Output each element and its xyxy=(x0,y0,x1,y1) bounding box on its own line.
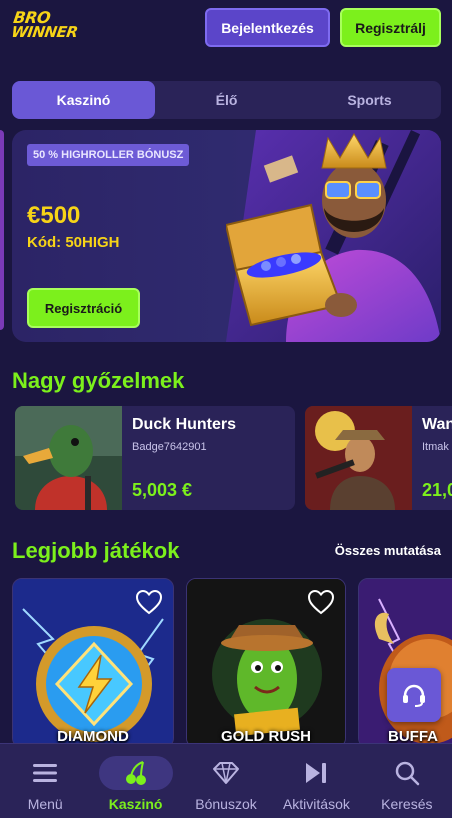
category-tabs: Kaszinó Élő Sports xyxy=(12,81,441,119)
header: BRO WINNER Bejelentkezés Regisztrálj xyxy=(0,0,452,62)
game-card[interactable]: BUFFA xyxy=(358,578,452,748)
nav-activities[interactable]: Aktivitások xyxy=(271,744,361,818)
promo-banner[interactable]: 50 % HIGHROLLER BÓNUSZ €500 Kód: 50HIGH … xyxy=(12,130,441,342)
search-icon xyxy=(395,761,420,786)
brand-logo[interactable]: BRO WINNER xyxy=(9,8,79,46)
nav-bonuses-label: Bónuszok xyxy=(195,796,257,812)
big-wins-title: Nagy győzelmek xyxy=(12,368,185,393)
register-button[interactable]: Regisztrálj xyxy=(340,8,441,47)
bonus-amount: €500 xyxy=(27,202,81,229)
banner-character-art xyxy=(226,130,441,342)
menu-icon xyxy=(33,764,58,782)
bottom-navigation: Menü Kaszinó Bónuszok Aktivitások Keresé… xyxy=(0,743,452,818)
nav-menu-label: Menü xyxy=(27,796,63,812)
win-amount: 5,003 € xyxy=(132,480,193,500)
favorite-heart-icon[interactable] xyxy=(135,589,163,615)
nav-menu[interactable]: Menü xyxy=(0,744,90,818)
support-chat-button[interactable] xyxy=(387,668,441,722)
nav-bonuses[interactable]: Bónuszok xyxy=(181,744,271,818)
see-all-link[interactable]: Összes mutatása xyxy=(335,543,441,558)
nav-activities-label: Aktivitások xyxy=(282,796,350,812)
big-win-card[interactable]: Wan Itmak 21,0 xyxy=(305,406,452,510)
nav-casino[interactable]: Kaszinó xyxy=(90,744,180,818)
tab-sports[interactable]: Sports xyxy=(298,81,441,119)
diamond-icon xyxy=(213,762,240,784)
favorite-heart-icon[interactable] xyxy=(307,589,335,615)
top-games-title: Legjobb játékok xyxy=(12,538,180,563)
bonus-badge: 50 % HIGHROLLER BÓNUSZ xyxy=(27,144,190,166)
nav-search[interactable]: Keresés xyxy=(362,744,452,818)
buffalo-game-art xyxy=(359,579,452,747)
nav-search-label: Keresés xyxy=(381,796,433,812)
win-username: Itmak xyxy=(422,441,449,453)
game-card[interactable]: DIAMOND xyxy=(12,578,174,748)
tab-casino[interactable]: Kaszinó xyxy=(12,81,155,119)
win-username: Badge7642901 xyxy=(132,441,207,453)
login-button[interactable]: Bejelentkezés xyxy=(205,8,330,47)
win-amount: 21,0 xyxy=(422,480,452,500)
play-next-icon xyxy=(306,763,327,783)
duck-hunters-thumbnail xyxy=(15,406,122,510)
nav-casino-label: Kaszinó xyxy=(108,796,163,812)
game-card[interactable]: GOLD RUSH xyxy=(186,578,346,748)
big-win-card[interactable]: Duck Hunters Badge7642901 5,003 € xyxy=(15,406,295,510)
win-game-name: Wan xyxy=(422,416,452,433)
headset-icon xyxy=(403,684,425,707)
banner-register-button[interactable]: Regisztráció xyxy=(27,288,140,328)
logo-line-2: WINNER xyxy=(10,23,79,41)
tab-live[interactable]: Élő xyxy=(155,81,298,119)
previous-banner-edge[interactable] xyxy=(0,130,4,330)
bonus-code: Kód: 50HIGH xyxy=(27,234,120,251)
win-game-name: Duck Hunters xyxy=(132,416,237,433)
wanted-thumbnail xyxy=(305,406,412,510)
cherry-icon xyxy=(125,761,146,785)
